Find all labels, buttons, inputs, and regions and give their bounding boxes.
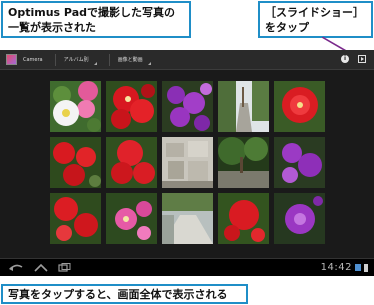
photo-thumbnail[interactable] [218,81,269,132]
album-filter-dropdown[interactable]: アルバム別 [63,56,97,65]
album-filter-label: アルバム別 [63,57,89,63]
photo-thumbnail[interactable] [274,137,325,188]
photo-thumbnail[interactable] [106,137,157,188]
photo-thumbnail[interactable] [218,137,269,188]
callout-slideshow: ［スライドショー］ をタップ [258,1,373,38]
home-icon[interactable] [33,263,49,275]
pink-flowers-image [106,193,157,244]
photo-thumbnail[interactable] [50,193,101,244]
red-flowers-image [218,193,269,244]
photo-thumbnail[interactable] [274,81,325,132]
slideshow-icon[interactable] [358,55,366,63]
purple-flowers-image [162,81,213,132]
app-title: Camera [23,56,43,63]
callout-photo-list-line1: Optimus Padで撮影した写真の [8,6,175,19]
photo-thumbnail[interactable] [106,193,157,244]
photo-thumbnail[interactable] [162,81,213,132]
photo-thumbnail[interactable] [274,193,325,244]
white-and-pink-flowers-image [50,81,101,132]
system-bar: 14:42 [0,258,374,276]
photo-thumbnail[interactable] [162,193,213,244]
photo-thumbnail[interactable] [218,193,269,244]
dropdown-corner-icon [147,62,151,65]
callout-tap-photo-text: 写真をタップすると、画面全体で表示される [8,288,228,301]
photo-thumbnail[interactable] [50,137,101,188]
callout-slideshow-line1: ［スライドショー］ [265,6,364,19]
red-flowers-image [50,193,101,244]
action-bar-divider [108,53,110,66]
callout-slideshow-line2: をタップ [265,21,309,34]
info-icon[interactable]: i [341,55,349,63]
action-bar: Camera アルバム別 画像と動画 i [0,50,374,70]
dropdown-corner-icon [93,62,97,65]
action-bar-divider [54,53,56,66]
gallery-app-icon[interactable] [6,54,17,65]
photo-thumbnail[interactable] [106,81,157,132]
callout-photo-list: Optimus Padで撮影した写真の 一覧が表示された [1,1,191,38]
callout-photo-list-line2: 一覧が表示された [8,21,96,34]
media-type-label: 画像と動画 [117,57,143,63]
battery-icon [364,263,368,272]
walkway-image [162,193,213,244]
photo-thumbnail[interactable] [50,81,101,132]
back-icon[interactable] [8,263,24,275]
red-flower-image [274,81,325,132]
tree-lined-path-image [218,81,269,132]
callout-tap-photo: 写真をタップすると、画面全体で表示される [1,284,248,304]
red-flowers-image [50,137,101,188]
tablet-screen: Camera アルバム別 画像と動画 i 14:42 [0,50,374,276]
photo-thumbnail[interactable] [162,137,213,188]
stone-wall-image [162,137,213,188]
garden-trees-image [218,137,269,188]
recent-apps-icon[interactable] [58,263,72,275]
red-flowers-image [106,81,157,132]
media-type-dropdown[interactable]: 画像と動画 [117,56,151,65]
wifi-icon [355,264,361,271]
clock: 14:42 [320,262,352,273]
photo-grid [50,81,325,255]
red-flowers-image [106,137,157,188]
purple-flowers-image [274,137,325,188]
status-area: 14:42 [321,262,368,273]
purple-flower-image [274,193,325,244]
